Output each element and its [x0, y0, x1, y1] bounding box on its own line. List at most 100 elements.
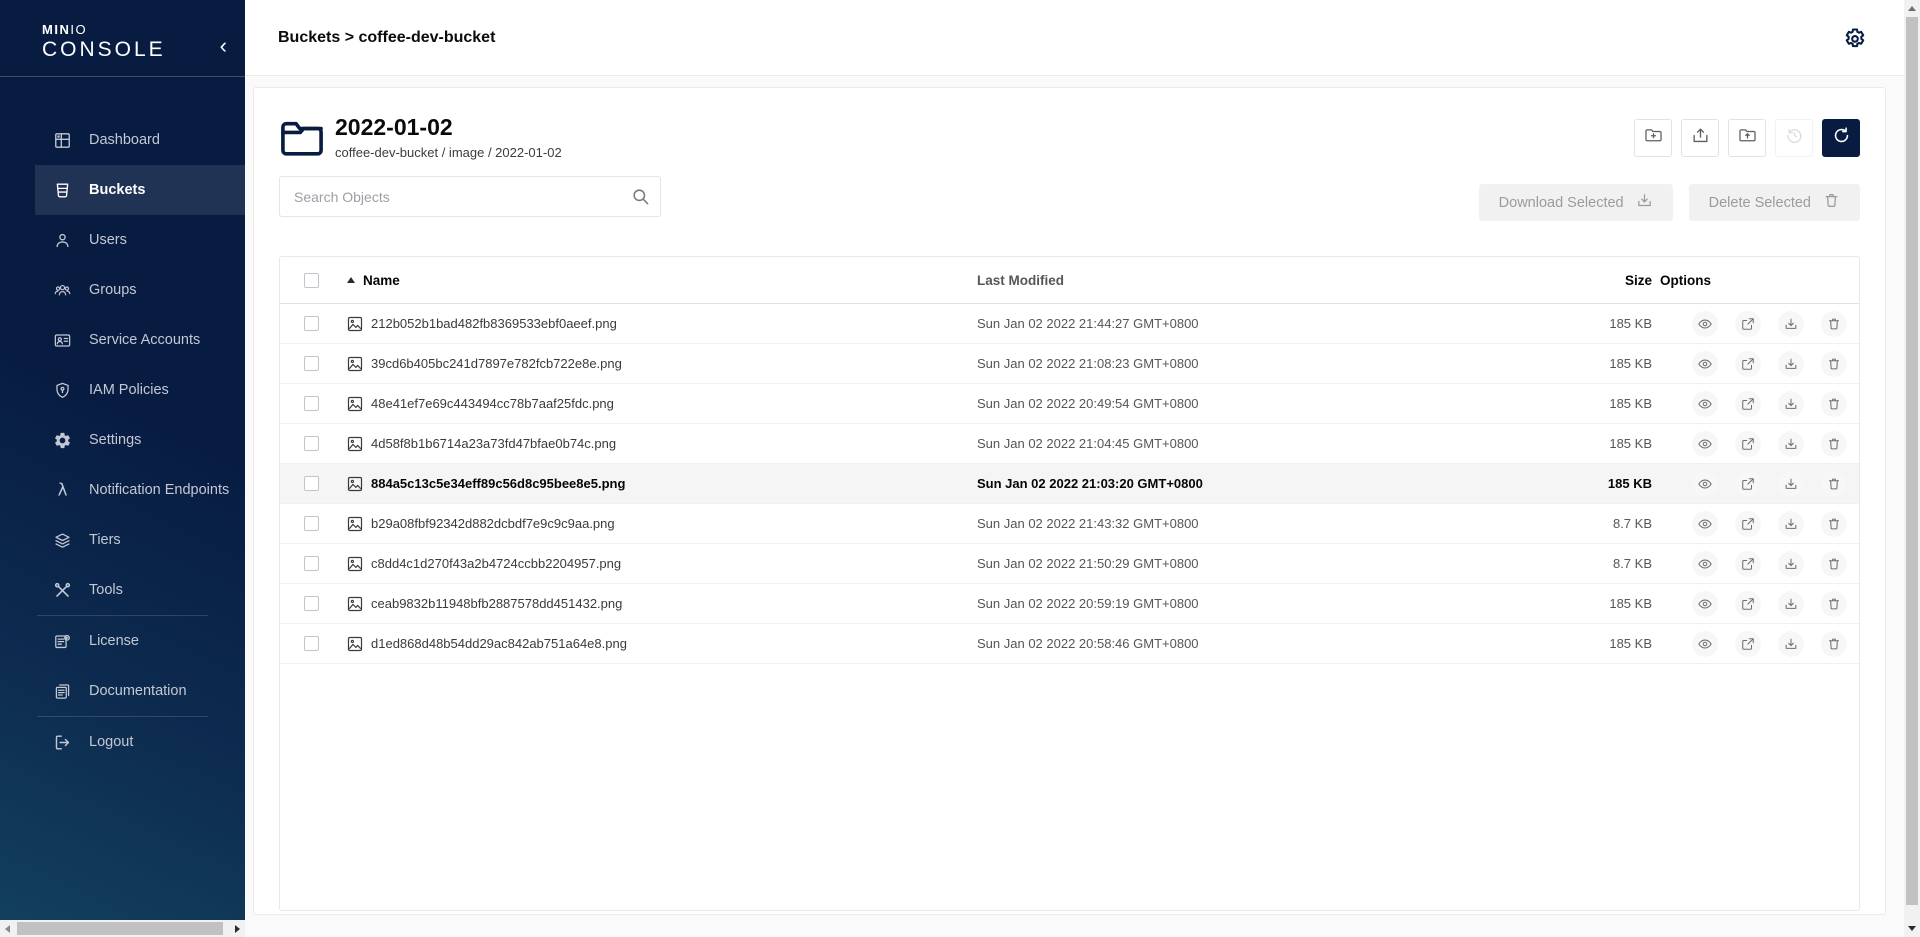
refresh-button[interactable] [1822, 119, 1860, 157]
column-last-modified[interactable]: Last Modified [972, 273, 1462, 288]
sidebar-item-notification-endpoints[interactable]: λ Notification Endpoints [35, 465, 245, 515]
table-row[interactable]: ceab9832b11948bfb2887578dd451432.png Sun… [280, 584, 1859, 624]
delete-trash-icon[interactable] [1821, 391, 1847, 417]
download-icon[interactable] [1778, 551, 1804, 577]
row-checkbox[interactable] [304, 556, 319, 571]
upload-file-button[interactable] [1681, 119, 1719, 157]
scroll-right-arrow-icon[interactable] [235, 925, 240, 933]
delete-trash-icon[interactable] [1821, 431, 1847, 457]
row-checkbox[interactable] [304, 436, 319, 451]
delete-selected-button[interactable]: Delete Selected [1689, 184, 1860, 221]
column-size[interactable]: Size [1462, 273, 1652, 288]
download-icon[interactable] [1778, 511, 1804, 537]
row-checkbox[interactable] [304, 636, 319, 651]
download-icon[interactable] [1778, 471, 1804, 497]
row-checkbox[interactable] [304, 356, 319, 371]
object-browser-card: 2022-01-02 coffee-dev-bucket / image / 2… [253, 87, 1886, 915]
download-icon[interactable] [1778, 311, 1804, 337]
horizontal-scrollbar[interactable] [0, 920, 245, 937]
preview-eye-icon[interactable] [1692, 471, 1718, 497]
download-icon[interactable] [1778, 351, 1804, 377]
share-icon[interactable] [1735, 351, 1761, 377]
object-size: 185 KB [1462, 596, 1652, 611]
preview-eye-icon[interactable] [1692, 351, 1718, 377]
row-checkbox[interactable] [304, 316, 319, 331]
table-row[interactable]: b29a08fbf92342d882dcbdf7e9c9c9aa.png Sun… [280, 504, 1859, 544]
object-name: b29a08fbf92342d882dcbdf7e9c9c9aa.png [371, 516, 615, 531]
share-icon[interactable] [1735, 311, 1761, 337]
sidebar-item-documentation[interactable]: Documentation [35, 666, 245, 716]
sidebar-item-logout[interactable]: Logout [35, 717, 245, 767]
delete-trash-icon[interactable] [1821, 351, 1847, 377]
sidebar-collapse-button[interactable]: ‹ [220, 36, 227, 56]
preview-eye-icon[interactable] [1692, 591, 1718, 617]
sidebar-item-service-accounts[interactable]: Service Accounts [35, 315, 245, 365]
settings-gear-button[interactable] [1842, 26, 1868, 52]
share-icon[interactable] [1735, 391, 1761, 417]
delete-trash-icon[interactable] [1821, 591, 1847, 617]
sidebar-item-dashboard[interactable]: Dashboard [35, 115, 245, 165]
sidebar-item-tiers[interactable]: Tiers [35, 515, 245, 565]
select-all-checkbox[interactable] [304, 273, 319, 288]
object-name: 48e41ef7e69c443494cc78b7aaf25fdc.png [371, 396, 614, 411]
sidebar-item-buckets[interactable]: Buckets [35, 165, 245, 215]
share-icon[interactable] [1735, 431, 1761, 457]
share-icon[interactable] [1735, 471, 1761, 497]
scroll-left-arrow-icon[interactable] [5, 925, 10, 933]
table-body: 212b052b1bad482fb8369533ebf0aeef.png Sun… [280, 304, 1859, 664]
table-row[interactable]: d1ed868d48b54dd29ac842ab751a64e8.png Sun… [280, 624, 1859, 664]
share-icon[interactable] [1735, 591, 1761, 617]
sidebar-item-license[interactable]: License [35, 616, 245, 666]
object-name: 212b052b1bad482fb8369533ebf0aeef.png [371, 316, 617, 331]
refresh-icon [1832, 126, 1851, 150]
preview-eye-icon[interactable] [1692, 631, 1718, 657]
preview-eye-icon[interactable] [1692, 431, 1718, 457]
upload-folder-button[interactable] [1728, 119, 1766, 157]
table-row[interactable]: 884a5c13c5e34eff89c56d8c95bee8e5.png Sun… [280, 464, 1859, 504]
row-checkbox[interactable] [304, 596, 319, 611]
object-size: 8.7 KB [1462, 556, 1652, 571]
sidebar-item-tools[interactable]: Tools [35, 565, 245, 615]
download-icon[interactable] [1778, 391, 1804, 417]
vertical-scrollbar[interactable] [1904, 0, 1920, 937]
table-row[interactable]: 4d58f8b1b6714a23a73fd47bfae0b74c.png Sun… [280, 424, 1859, 464]
sidebar-item-settings[interactable]: Settings [35, 415, 245, 465]
delete-trash-icon[interactable] [1821, 631, 1847, 657]
new-path-button[interactable] [1634, 119, 1672, 157]
row-checkbox[interactable] [304, 396, 319, 411]
scroll-down-arrow-icon[interactable] [1908, 926, 1916, 931]
image-file-icon [347, 516, 363, 532]
delete-trash-icon[interactable] [1821, 511, 1847, 537]
sidebar-item-label: Buckets [89, 182, 145, 198]
download-icon[interactable] [1778, 591, 1804, 617]
preview-eye-icon[interactable] [1692, 311, 1718, 337]
table-row[interactable]: 48e41ef7e69c443494cc78b7aaf25fdc.png Sun… [280, 384, 1859, 424]
vertical-scrollbar-thumb[interactable] [1906, 17, 1918, 905]
delete-trash-icon[interactable] [1821, 551, 1847, 577]
column-name[interactable]: Name [363, 273, 400, 288]
table-row[interactable]: c8dd4c1d270f43a2b4724ccbb2204957.png Sun… [280, 544, 1859, 584]
main-content: 2022-01-02 coffee-dev-bucket / image / 2… [245, 77, 1904, 937]
scroll-up-arrow-icon[interactable] [1908, 6, 1916, 11]
row-checkbox[interactable] [304, 476, 319, 491]
share-icon[interactable] [1735, 511, 1761, 537]
download-icon[interactable] [1778, 431, 1804, 457]
sidebar-item-iam-policies[interactable]: IAM Policies [35, 365, 245, 415]
share-icon[interactable] [1735, 551, 1761, 577]
delete-trash-icon[interactable] [1821, 471, 1847, 497]
sidebar-item-groups[interactable]: Groups [35, 265, 245, 315]
horizontal-scrollbar-thumb[interactable] [17, 922, 223, 935]
sidebar-item-users[interactable]: Users [35, 215, 245, 265]
share-icon[interactable] [1735, 631, 1761, 657]
delete-trash-icon[interactable] [1821, 311, 1847, 337]
download-selected-button[interactable]: Download Selected [1479, 184, 1673, 221]
sort-ascending-icon[interactable] [347, 277, 355, 283]
row-checkbox[interactable] [304, 516, 319, 531]
preview-eye-icon[interactable] [1692, 511, 1718, 537]
preview-eye-icon[interactable] [1692, 551, 1718, 577]
table-row[interactable]: 212b052b1bad482fb8369533ebf0aeef.png Sun… [280, 304, 1859, 344]
search-objects-input[interactable] [279, 176, 661, 217]
table-row[interactable]: 39cd6b405bc241d7897e782fcb722e8e.png Sun… [280, 344, 1859, 384]
download-icon[interactable] [1778, 631, 1804, 657]
preview-eye-icon[interactable] [1692, 391, 1718, 417]
